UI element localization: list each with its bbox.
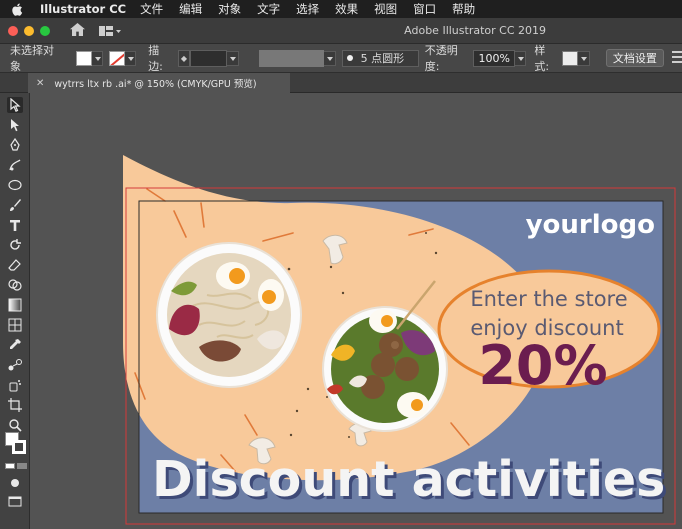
selection-status: 未选择对象 xyxy=(10,44,54,73)
menu-edit[interactable]: 编辑 xyxy=(179,1,202,17)
document-setup-button[interactable]: 文档设置 xyxy=(605,49,664,67)
stroke-weight-dropdown[interactable] xyxy=(227,50,239,66)
color-mode-icon[interactable] xyxy=(5,463,15,469)
rotate-tool-icon[interactable] xyxy=(7,237,23,253)
window-title: Adobe Illustrator CC 2019 xyxy=(404,24,546,37)
app-titlebar: Adobe Illustrator CC 2019 xyxy=(0,18,682,44)
more-options-icon[interactable] xyxy=(671,50,682,67)
selection-tool-icon[interactable] xyxy=(7,97,23,113)
graphic-style-swatch[interactable] xyxy=(562,50,579,66)
document-tab[interactable]: ✕ wytrrs ltx rb .ai* @ 150% (CMYK/GPU 预览… xyxy=(28,73,290,93)
opacity-input[interactable]: 100% xyxy=(473,49,516,67)
blend-tool-icon[interactable] xyxy=(7,357,23,373)
minimize-window-button[interactable] xyxy=(24,25,34,36)
fill-dropdown[interactable] xyxy=(91,50,103,66)
symbol-sprayer-tool-icon[interactable] xyxy=(7,377,23,393)
screen-mode-icon[interactable] xyxy=(7,493,23,509)
window-controls xyxy=(8,25,56,36)
curvature-tool-icon[interactable] xyxy=(7,157,23,173)
stroke-dropdown[interactable] xyxy=(124,50,137,66)
stroke-weight-stepper[interactable]: ◆ xyxy=(178,49,190,67)
menu-type[interactable]: 文字 xyxy=(257,1,280,17)
style-label: 样式: xyxy=(534,44,550,73)
artwork: yourlogo Enter the store enjoy discount … xyxy=(123,155,676,525)
menu-effect[interactable]: 效果 xyxy=(335,1,358,17)
stroke-weight-input[interactable] xyxy=(189,49,228,67)
graphic-style-dropdown[interactable] xyxy=(578,50,590,66)
ellipse-tool-icon[interactable] xyxy=(7,177,23,193)
home-icon[interactable] xyxy=(70,22,85,39)
document-canvas[interactable]: yourlogo Enter the store enjoy discount … xyxy=(31,93,682,529)
headline-text: Discount activities xyxy=(152,451,665,508)
apple-icon[interactable] xyxy=(12,3,26,16)
brush-dot-icon xyxy=(346,55,353,61)
brush-definition-select[interactable]: 5 点圆形 xyxy=(341,49,419,67)
stroke-color-box[interactable] xyxy=(12,440,26,454)
opacity-dropdown[interactable] xyxy=(515,50,527,66)
type-tool-icon[interactable] xyxy=(7,217,23,233)
workspace-switcher-icon[interactable] xyxy=(99,25,121,36)
menu-view[interactable]: 视图 xyxy=(374,1,397,17)
zoom-window-button[interactable] xyxy=(40,25,50,36)
document-tab-bar: ✕ wytrrs ltx rb .ai* @ 150% (CMYK/GPU 预览… xyxy=(0,73,682,93)
mesh-tool-icon[interactable] xyxy=(7,317,23,333)
shape-builder-tool-icon[interactable] xyxy=(7,277,23,293)
gradient-tool-icon[interactable] xyxy=(7,297,23,313)
menu-help[interactable]: 帮助 xyxy=(452,1,475,17)
mac-menubar: Illustrator CC 文件 编辑 对象 文字 选择 效果 视图 窗口 帮… xyxy=(0,0,682,18)
logo-text: yourlogo xyxy=(526,210,655,240)
artboard-tool-icon[interactable] xyxy=(7,397,23,413)
direct-selection-tool-icon[interactable] xyxy=(7,117,23,133)
profile-dropdown[interactable] xyxy=(324,50,336,66)
menu-file[interactable]: 文件 xyxy=(140,1,163,17)
gradient-mode-icon[interactable] xyxy=(17,463,27,469)
promo-line-1: Enter the store xyxy=(470,287,627,311)
paintbrush-tool-icon[interactable] xyxy=(7,197,23,213)
app-name-menu[interactable]: Illustrator CC xyxy=(40,2,126,16)
draw-mode-icon[interactable] xyxy=(7,475,23,491)
stroke-label: 描边: xyxy=(148,44,163,73)
noodle-bowl xyxy=(156,242,302,388)
promo-percent: 20% xyxy=(478,334,607,397)
menu-select[interactable]: 选择 xyxy=(296,1,319,17)
close-tab-icon[interactable]: ✕ xyxy=(36,78,44,89)
control-bar: 未选择对象 描边: ◆ 5 点圆形 不透明度: 100% 样式: 文档设置 xyxy=(0,44,682,73)
tools-panel xyxy=(0,93,30,529)
close-window-button[interactable] xyxy=(8,25,18,36)
eyedropper-tool-icon[interactable] xyxy=(7,337,23,353)
menu-window[interactable]: 窗口 xyxy=(413,1,436,17)
pen-tool-icon[interactable] xyxy=(7,137,23,153)
zoom-tool-icon[interactable] xyxy=(7,417,23,433)
document-tab-title: wytrrs ltx rb .ai* @ 150% (CMYK/GPU 预览) xyxy=(54,79,257,90)
variable-width-profile[interactable] xyxy=(258,49,325,67)
eraser-tool-icon[interactable] xyxy=(7,257,23,273)
fill-color-swatch[interactable] xyxy=(75,50,92,66)
brush-label: 5 点圆形 xyxy=(360,52,405,65)
stroke-color-swatch[interactable] xyxy=(108,50,125,66)
menu-object[interactable]: 对象 xyxy=(218,1,241,17)
opacity-label: 不透明度: xyxy=(424,44,458,73)
